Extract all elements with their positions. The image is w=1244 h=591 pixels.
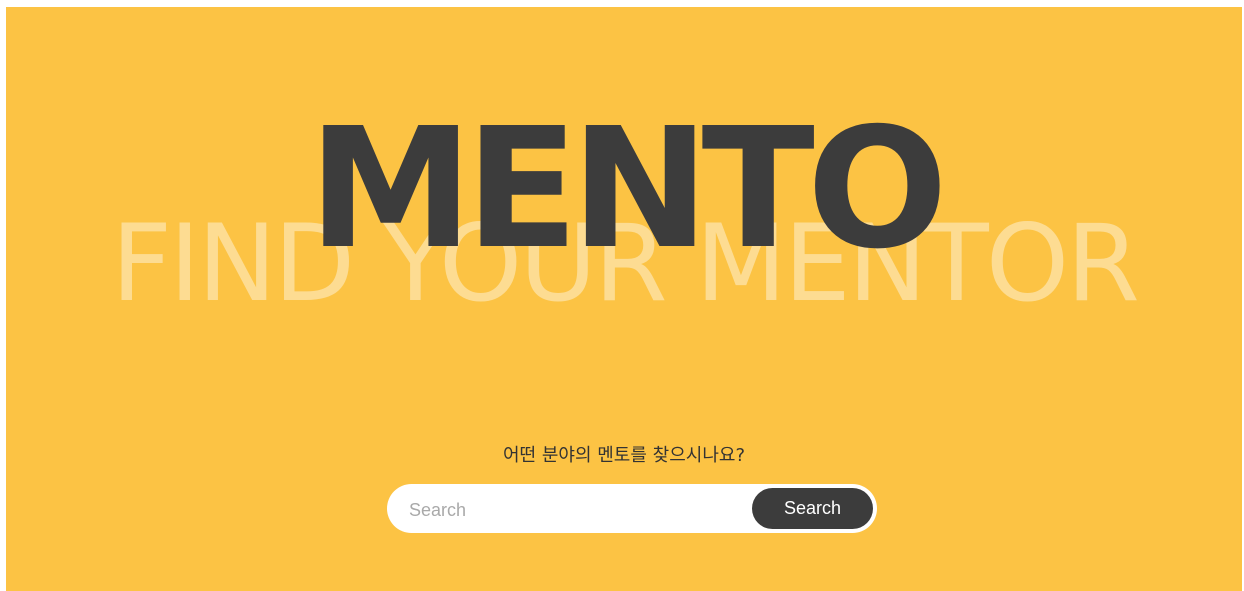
search-bar: Search <box>387 484 877 533</box>
search-input[interactable] <box>409 484 739 533</box>
mento-logo: MENTO <box>308 93 948 286</box>
search-prompt: 어떤 분야의 멘토를 찾으시나요? <box>503 445 745 466</box>
search-button[interactable]: Search <box>752 488 873 529</box>
hero-section: FIND YOUR MENTOR MENTO 어떤 분야의 멘토를 찾으시나요?… <box>6 7 1242 591</box>
